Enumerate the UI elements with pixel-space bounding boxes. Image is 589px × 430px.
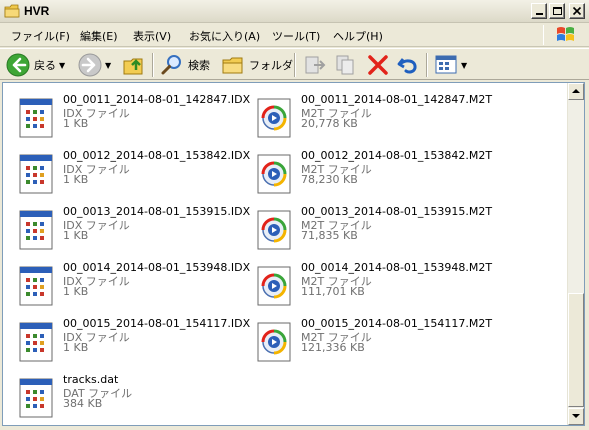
close-button[interactable] xyxy=(569,3,585,19)
folders-button[interactable]: フォルダ xyxy=(221,52,293,78)
file-item[interactable]: 00_0014_2014-08-01_153948.M2T M2T ファイル 1… xyxy=(255,261,495,311)
back-arrow-icon xyxy=(6,53,30,77)
file-item[interactable]: 00_0011_2014-08-01_142847.IDX IDX ファイル 1… xyxy=(17,93,250,143)
search-label: 検索 xyxy=(188,59,210,72)
minimize-button[interactable] xyxy=(531,3,547,19)
file-size: 1 KB xyxy=(63,285,89,298)
file-item[interactable]: 00_0015_2014-08-01_154117.IDX IDX ファイル 1… xyxy=(17,317,250,367)
back-label: 戻る xyxy=(34,59,56,72)
minimize-icon xyxy=(535,13,543,15)
delete-button[interactable] xyxy=(366,52,390,78)
folder-icon xyxy=(4,4,20,18)
menu-favorites[interactable]: お気に入り(A) xyxy=(189,28,260,44)
search-button[interactable]: 検索 xyxy=(160,52,210,78)
file-item[interactable]: 00_0014_2014-08-01_153948.IDX IDX ファイル 1… xyxy=(17,261,250,311)
file-item[interactable]: 00_0013_2014-08-01_153915.M2T M2T ファイル 7… xyxy=(255,205,495,255)
windows-logo-icon xyxy=(543,25,579,45)
toolbar-separator xyxy=(294,53,296,77)
scroll-down-arrow-icon xyxy=(572,414,580,418)
m2t-media-icon xyxy=(257,98,291,138)
m2t-media-icon xyxy=(257,154,291,194)
delete-x-icon xyxy=(368,55,388,75)
copy-to-icon xyxy=(336,55,354,75)
back-dropdown-icon[interactable]: ▼ xyxy=(59,61,65,70)
idx-file-icon xyxy=(19,154,53,194)
menu-bar: ファイル(F) 編集(E) 表示(V) お気に入り(A) ツール(T) ヘルプ(… xyxy=(0,23,589,47)
views-icon xyxy=(435,55,457,74)
file-item[interactable]: 00_0012_2014-08-01_153842.IDX IDX ファイル 1… xyxy=(17,149,250,199)
idx-file-icon xyxy=(19,266,53,306)
file-size: 20,778 KB xyxy=(301,117,358,130)
file-size: 71,835 KB xyxy=(301,229,358,242)
views-button[interactable]: ▼ xyxy=(434,52,467,78)
menu-tools[interactable]: ツール(T) xyxy=(272,28,320,44)
explorer-window: HVR ファイル(F) 編集(E) 表示(V) お気に入り(A) ツール(T) … xyxy=(0,0,589,430)
folders-icon xyxy=(222,57,243,74)
file-size: 111,701 KB xyxy=(301,285,365,298)
m2t-media-icon xyxy=(257,210,291,250)
toolbar-separator xyxy=(426,53,428,77)
file-item[interactable]: 00_0011_2014-08-01_142847.M2T M2T ファイル 2… xyxy=(255,93,495,143)
up-folder-button[interactable] xyxy=(122,52,146,78)
move-to-button[interactable] xyxy=(302,52,326,78)
undo-button[interactable] xyxy=(396,52,420,78)
scroll-up-button[interactable] xyxy=(568,83,584,100)
scroll-thumb[interactable] xyxy=(568,293,584,407)
window-title: HVR xyxy=(24,4,50,18)
forward-button[interactable]: ▼ xyxy=(78,52,111,78)
menu-edit[interactable]: 編集(E) xyxy=(80,28,118,44)
menu-help[interactable]: ヘルプ(H) xyxy=(333,28,383,44)
file-size: 78,230 KB xyxy=(301,173,358,186)
file-size: 1 KB xyxy=(63,173,89,186)
dat-file-icon xyxy=(19,378,53,418)
undo-icon xyxy=(397,58,417,74)
file-item[interactable]: 00_0015_2014-08-01_154117.M2T M2T ファイル 1… xyxy=(255,317,495,367)
views-dropdown-icon[interactable]: ▼ xyxy=(461,61,467,70)
maximize-button[interactable] xyxy=(549,3,565,19)
vertical-scrollbar[interactable] xyxy=(567,83,584,425)
file-size: 1 KB xyxy=(63,341,89,354)
file-size: 121,336 KB xyxy=(301,341,365,354)
idx-file-icon xyxy=(19,98,53,138)
forward-arrow-icon xyxy=(78,53,102,77)
menu-file[interactable]: ファイル(F) xyxy=(11,28,70,44)
search-icon xyxy=(161,55,181,75)
idx-file-icon xyxy=(19,322,53,362)
scroll-down-button[interactable] xyxy=(568,408,584,425)
toolbar-separator xyxy=(152,53,154,77)
close-icon xyxy=(572,6,582,16)
file-item[interactable]: 00_0013_2014-08-01_153915.IDX IDX ファイル 1… xyxy=(17,205,250,255)
forward-dropdown-icon[interactable]: ▼ xyxy=(105,61,111,70)
m2t-media-icon xyxy=(257,266,291,306)
menu-view[interactable]: 表示(V) xyxy=(133,28,171,44)
file-list-view[interactable]: 00_0011_2014-08-01_142847.IDX IDX ファイル 1… xyxy=(2,82,585,426)
copy-to-button[interactable] xyxy=(334,52,358,78)
idx-file-icon xyxy=(19,210,53,250)
maximize-icon xyxy=(552,7,562,15)
title-bar[interactable]: HVR xyxy=(0,0,589,23)
m2t-media-icon xyxy=(257,322,291,362)
file-size: 384 KB xyxy=(63,397,103,410)
folders-label: フォルダ xyxy=(249,59,293,72)
file-item[interactable]: tracks.dat DAT ファイル 384 KB xyxy=(17,373,237,423)
file-size: 1 KB xyxy=(63,117,89,130)
file-size: 1 KB xyxy=(63,229,89,242)
scroll-up-arrow-icon xyxy=(572,89,580,93)
toolbar: 戻る ▼ ▼ 検索 フォルダ ▼ xyxy=(0,48,589,80)
back-button[interactable]: 戻る ▼ xyxy=(6,52,65,78)
move-to-icon xyxy=(305,56,326,74)
file-item[interactable]: 00_0012_2014-08-01_153842.M2T M2T ファイル 7… xyxy=(255,149,495,199)
up-folder-icon xyxy=(123,58,143,75)
